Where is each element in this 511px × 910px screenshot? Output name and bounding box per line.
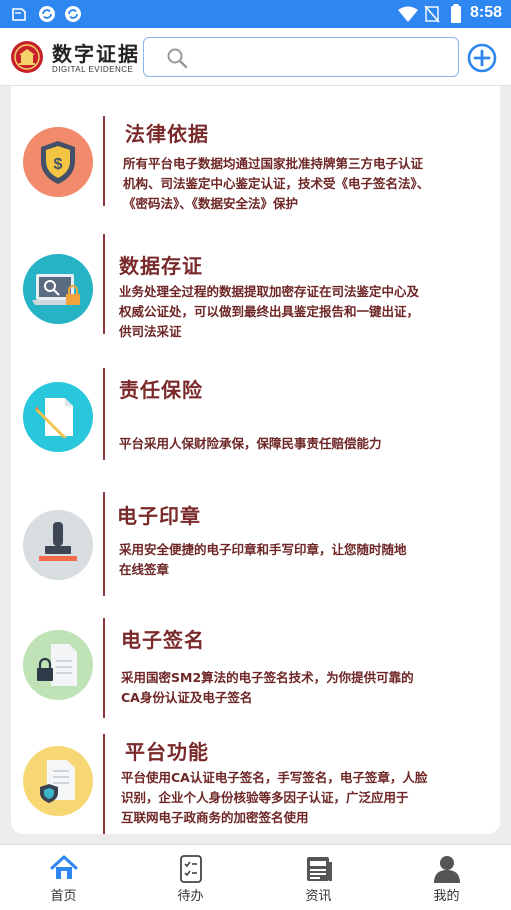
feature-title: 数据存证: [119, 254, 203, 278]
feature-description: 所有平台电子数据均通过国家批准持牌第三方电子认证 机构、司法鉴定中心鉴定认证，技…: [123, 156, 430, 211]
feature-divider: [103, 116, 105, 206]
feature-divider: [103, 734, 105, 834]
feature-description: 采用国密SM2算法的电子签名技术，为你提供可靠的 CA身份认证及电子签名: [121, 670, 414, 705]
add-circle-icon[interactable]: [467, 43, 497, 73]
bottom-navigation: 首页 待办 资讯 我的: [0, 844, 511, 910]
nav-item-news[interactable]: 资讯: [255, 845, 382, 910]
nav-item-todo[interactable]: 待办: [127, 845, 254, 910]
logo-subtitle: DIGITAL EVIDENCE: [52, 65, 134, 74]
nav-label: 待办: [177, 889, 204, 904]
feature-title: 责任保险: [119, 378, 203, 402]
document-lock-icon: [23, 630, 93, 700]
feature-divider: [103, 234, 105, 334]
feature-title: 法律依据: [125, 122, 209, 146]
user-icon: [433, 856, 460, 883]
home-icon: [50, 855, 77, 879]
feature-item-liability-insurance: 责任保险 平台采用人保财险承保，保障民事责任赔偿能力: [11, 342, 500, 466]
search-icon: [167, 48, 188, 69]
feature-description: 采用安全便捷的电子印章和手写印章，让您随时随地 在线签章: [119, 542, 407, 577]
feature-item-electronic-seal: 电子印章 采用安全便捷的电子印章和手写印章，让您随时随地 在线签章: [11, 472, 500, 596]
logo-title: 数字证据: [52, 42, 140, 66]
laptop-lock-icon: [23, 254, 93, 324]
wifi-icon: [398, 6, 418, 22]
feature-title: 平台功能: [125, 740, 209, 764]
screenshot-icon: [12, 8, 26, 21]
news-icon: [306, 857, 332, 881]
nav-item-home[interactable]: 首页: [0, 845, 127, 910]
feature-item-platform-functions: 平台功能 平台使用CA认证电子签名，手写签名，电子签章，人脸 识别，企业个人身份…: [11, 726, 500, 834]
feature-description: 业务处理全过程的数据提取加密存证在司法鉴定中心及 权威公证处，可以做到最终出具鉴…: [119, 284, 420, 339]
search-input[interactable]: [198, 44, 448, 70]
signal-off-icon: [424, 5, 440, 23]
court-emblem-icon: [11, 41, 43, 73]
feature-description: 平台使用CA认证电子签名，手写签名，电子签章，人脸 识别，企业个人身份核验等多因…: [121, 770, 428, 825]
feature-item-legal-basis: $ 法律依据 所有平台电子数据均通过国家批准持牌第三方电子认证 机构、司法鉴定中…: [11, 86, 500, 211]
app-header: 数字证据 DIGITAL EVIDENCE: [0, 28, 511, 86]
feature-item-data-storage: 数据存证 业务处理全过程的数据提取加密存证在司法鉴定中心及 权威公证处，可以做到…: [11, 214, 500, 339]
certificate-shield-icon: [23, 746, 93, 816]
feature-description: 平台采用人保财险承保，保障民事责任赔偿能力: [119, 436, 382, 451]
status-bar: 8:58: [0, 0, 511, 28]
feature-divider: [103, 618, 105, 718]
feature-title: 电子签名: [121, 628, 205, 652]
feature-title: 电子印章: [117, 504, 201, 528]
document-pen-icon: [23, 382, 93, 452]
clock-time: 8:58: [469, 4, 502, 21]
battery-icon: [451, 4, 461, 23]
stamp-icon: [23, 510, 93, 580]
feature-divider: [103, 368, 105, 460]
nav-label: 我的: [433, 889, 460, 904]
feature-divider: [103, 492, 105, 596]
sync-icon: [65, 6, 81, 22]
nav-item-mine[interactable]: 我的: [383, 845, 510, 910]
svg-text:$: $: [54, 156, 63, 173]
checklist-icon: [179, 855, 202, 883]
sync-icon: [39, 6, 55, 22]
feature-item-electronic-signature: 电子签名 采用国密SM2算法的电子签名技术，为你提供可靠的 CA身份认证及电子签…: [11, 600, 500, 724]
nav-label: 首页: [50, 889, 77, 904]
nav-label: 资讯: [305, 889, 332, 904]
search-box[interactable]: [143, 37, 459, 77]
feature-card: $ 法律依据 所有平台电子数据均通过国家批准持牌第三方电子认证 机构、司法鉴定中…: [11, 86, 500, 834]
shield-dollar-icon: $: [23, 127, 93, 197]
